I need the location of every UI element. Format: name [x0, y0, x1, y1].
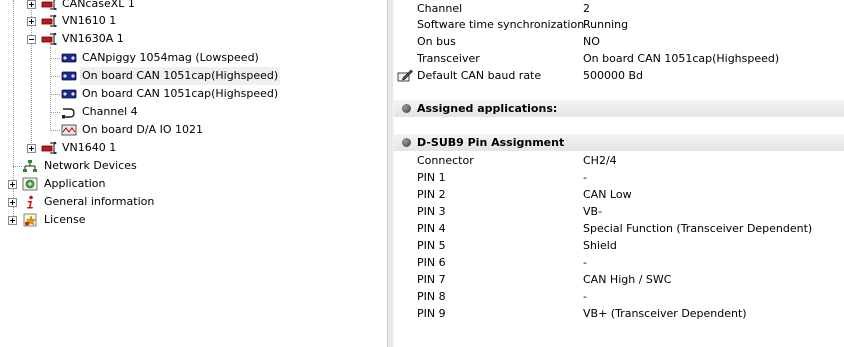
tree-item-label: VN1630A 1 — [62, 32, 124, 45]
tree-item-vn1610[interactable]: VN1610 1 — [0, 12, 380, 30]
property-name: Transceiver — [417, 52, 480, 65]
property-name: Channel — [417, 2, 463, 15]
pin-name: PIN 5 — [417, 239, 446, 252]
pin-name: PIN 6 — [417, 256, 446, 269]
tree-item-license[interactable]: License — [0, 211, 380, 229]
pin-value: Shield — [583, 239, 617, 252]
pin-name: Connector — [417, 154, 474, 167]
tree-item-channel-1[interactable]: CANpiggy 1054mag (Lowspeed) — [0, 49, 380, 67]
property-value: Running — [583, 18, 629, 31]
tree-item-label: VN1610 1 — [62, 14, 117, 27]
pin-name: PIN 7 — [417, 273, 446, 286]
property-value: 2 — [583, 2, 590, 15]
tree-item-label: On board CAN 1051cap(Highspeed) — [80, 67, 281, 85]
assigned-applications-header[interactable]: Assigned applications: — [394, 100, 844, 117]
tree-item-label: On board D/A IO 1021 — [82, 123, 203, 136]
section-bullet-icon — [402, 104, 411, 113]
pin-name: PIN 2 — [417, 188, 446, 201]
pin-name: PIN 8 — [417, 290, 446, 303]
tree-item-label: General information — [44, 195, 155, 208]
expand-icon[interactable] — [27, 17, 36, 26]
tree-item-channel-5[interactable]: On board D/A IO 1021 — [0, 121, 380, 139]
expand-icon[interactable] — [27, 0, 36, 9]
edit-icon[interactable] — [397, 69, 413, 82]
expand-icon[interactable] — [8, 198, 17, 207]
pin-value: - — [583, 290, 587, 303]
license-icon — [23, 213, 37, 227]
pin-value: Special Function (Transceiver Dependent) — [583, 222, 813, 235]
pin-value: VB+ (Transceiver Dependent) — [583, 307, 747, 320]
tree-item-label: CANpiggy 1054mag (Lowspeed) — [82, 51, 259, 64]
tree-item-vn1640[interactable]: VN1640 1 — [0, 139, 380, 157]
tree-item-label: Channel 4 — [82, 105, 138, 118]
tree-item-label: Network Devices — [44, 159, 137, 172]
can-channel-icon — [61, 53, 77, 63]
section-bullet-icon — [402, 138, 411, 147]
info-icon — [27, 195, 33, 209]
tree-item-label: On board CAN 1051cap(Highspeed) — [82, 87, 279, 100]
property-value: On board CAN 1051cap(Highspeed) — [583, 52, 780, 65]
pin-value: CAN High / SWC — [583, 273, 672, 286]
property-value: 500000 Bd — [583, 69, 644, 82]
pin-name: PIN 3 — [417, 205, 446, 218]
tree-item-channel-3[interactable]: On board CAN 1051cap(Highspeed) — [0, 85, 380, 103]
section-title: D-SUB9 Pin Assignment — [417, 136, 565, 149]
pin-value: CH2/4 — [583, 154, 617, 167]
expand-icon[interactable] — [27, 144, 36, 153]
usb-device-icon — [41, 32, 57, 45]
usb-device-icon — [41, 0, 57, 10]
property-name: On bus — [417, 35, 456, 48]
network-icon — [23, 160, 37, 172]
pin-value: VB- — [583, 205, 603, 218]
pin-value: - — [583, 171, 587, 184]
pane-splitter[interactable] — [387, 0, 394, 347]
expand-icon[interactable] — [8, 180, 17, 189]
can-channel-icon — [61, 89, 77, 99]
collapse-icon[interactable] — [27, 35, 36, 44]
application-icon — [22, 177, 38, 191]
tree-item-channel-2[interactable]: On board CAN 1051cap(Highspeed) — [0, 67, 380, 85]
can-channel-icon — [61, 71, 77, 81]
pin-name: PIN 9 — [417, 307, 446, 320]
pin-name: PIN 1 — [417, 171, 446, 184]
tree-item-vn1630a[interactable]: VN1630A 1 — [0, 30, 380, 48]
pin-name: PIN 4 — [417, 222, 446, 235]
tree-item-label: License — [44, 213, 86, 226]
tree-item-label: Application — [44, 177, 106, 190]
usb-device-icon — [41, 14, 57, 27]
usb-device-icon — [41, 141, 57, 154]
property-name: Software time synchronization — [417, 18, 585, 31]
property-name: Default CAN baud rate — [417, 69, 542, 82]
properties-pane: Channel 2 Software time synchronization … — [394, 0, 844, 347]
io-module-icon — [61, 124, 77, 136]
section-title: Assigned applications: — [417, 102, 558, 115]
tree-item-label: VN1640 1 — [62, 141, 117, 154]
pin-value: - — [583, 256, 587, 269]
cable-plug-icon — [62, 108, 75, 119]
tree-item-application[interactable]: Application — [0, 175, 380, 193]
pin-value: CAN Low — [583, 188, 632, 201]
tree-item-network-devices[interactable]: Network Devices — [0, 157, 380, 175]
dsub9-pin-assignment-header[interactable]: D-SUB9 Pin Assignment — [394, 134, 844, 151]
tree-item-channel-4[interactable]: Channel 4 — [0, 103, 380, 121]
tree-item-general-information[interactable]: General information — [0, 193, 380, 211]
expand-icon[interactable] — [8, 216, 17, 225]
property-value: NO — [583, 35, 600, 48]
device-tree: CANcaseXL 1 VN1610 1 VN1630A 1 CANpiggy … — [0, 0, 387, 347]
